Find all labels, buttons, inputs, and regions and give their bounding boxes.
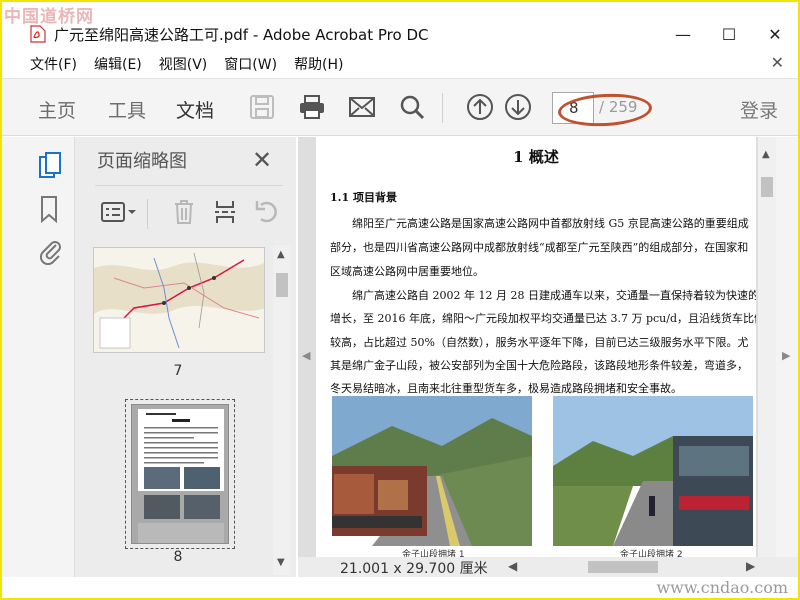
paragraph-line: 绵阳至广元高速公路是国家高速公路网中首都放射线 G5 京昆高速公路的重要组成	[352, 217, 749, 230]
page-down-icon[interactable]	[504, 93, 532, 121]
panel-divider	[95, 185, 283, 186]
menu-edit[interactable]: 编辑(E)	[94, 54, 142, 74]
maximize-button[interactable]: ☐	[706, 18, 752, 50]
menu-bar: 文件(F) 编辑(E) 视图(V) 窗口(W) 帮助(H) ✕	[2, 52, 798, 76]
page-up-icon[interactable]	[466, 93, 494, 121]
left-icon-strip	[2, 137, 74, 577]
traffic-photo-1	[332, 396, 532, 546]
document-area: ◀ 1 概述 1.1 项目背景 绵阳至广元高速公路是国家高速公路网中首都放射线 …	[298, 137, 798, 577]
menu-file[interactable]: 文件(F)	[30, 54, 77, 74]
document-heading: 1 概述	[513, 148, 559, 166]
status-bar: 21.001 x 29.700 厘米 ◀ ▶	[298, 557, 798, 577]
toolbar-divider	[442, 93, 443, 123]
tab-home[interactable]: 主页	[38, 96, 76, 123]
panel-title: 页面缩略图	[97, 151, 187, 172]
options-icon[interactable]	[101, 201, 139, 227]
watermark-bottom: www.cndao.com	[656, 578, 788, 597]
right-panel-strip: ▶	[776, 137, 798, 577]
hscroll-left-icon[interactable]: ◀	[508, 559, 517, 573]
save-icon[interactable]	[248, 93, 276, 121]
horizontal-scroll-thumb[interactable]	[588, 561, 658, 573]
paragraph-line: 其是绵广金子山段，被公安部列为全国十大危险路段，该路段地形条件较差，弯道多，	[330, 359, 748, 372]
paragraph-line: 区域高速公路网中居重要地位。	[330, 265, 484, 278]
hscroll-right-icon[interactable]: ▶	[746, 559, 755, 573]
menu-help[interactable]: 帮助(H)	[294, 54, 343, 74]
page-dimensions: 21.001 x 29.700 厘米	[340, 561, 488, 577]
search-icon[interactable]	[398, 93, 426, 121]
scroll-up-icon[interactable]: ▲	[277, 249, 285, 260]
doc-scroll-up-icon[interactable]: ▲	[762, 149, 770, 160]
thumbnail-label-8: 8	[173, 549, 183, 565]
tools-divider	[147, 199, 148, 229]
thumbnail-list: 7 8	[81, 247, 275, 575]
document-close-icon[interactable]: ✕	[771, 53, 784, 72]
thumbnail-scroll-thumb[interactable]	[276, 273, 288, 297]
menu-view[interactable]: 视图(V)	[159, 54, 208, 74]
minimize-button[interactable]: —	[660, 18, 706, 50]
bookmark-icon[interactable]	[38, 195, 64, 225]
photo-caption-1: 金子山段拥堵 1	[402, 550, 465, 557]
rotate-icon[interactable]	[255, 199, 281, 229]
paragraph-line: 增长，至 2016 年底，绵阳～广元段加权平均交通量已达 3.7 万 pcu/d…	[330, 312, 756, 325]
expand-right-arrow-icon[interactable]: ▶	[782, 349, 790, 362]
paragraph-line: 冬天易结暗冰，且南来北往重型货车多，极易造成路段拥堵和安全事故。	[330, 382, 682, 395]
tab-document[interactable]: 文档	[176, 96, 215, 140]
thumbnail-panel: 页面缩略图 ✕ 7 8 ▲ ▼	[74, 137, 296, 577]
thumbnail-page-8[interactable]	[131, 404, 229, 544]
panel-close-icon[interactable]: ✕	[252, 146, 272, 174]
document-page: 1 概述 1.1 项目背景 绵阳至广元高速公路是国家高速公路网中首都放射线 G5…	[316, 137, 756, 557]
delete-icon[interactable]	[173, 199, 195, 229]
tab-tools[interactable]: 工具	[108, 96, 146, 123]
thumbnail-label-7: 7	[173, 363, 183, 379]
paragraph-line: 较高，占比超过 50%（自然数），服务水平逐年下降，目前已达三级服务水平下限。尤	[330, 336, 749, 349]
login-button[interactable]: 登录	[740, 96, 778, 123]
thumbnail-scrollbar[interactable]: ▲ ▼	[273, 245, 291, 575]
menu-window[interactable]: 窗口(W)	[224, 54, 277, 74]
watermark-top: 中国道桥网	[4, 7, 94, 27]
traffic-photo-2	[553, 396, 753, 546]
document-scrollbar[interactable]: ▲	[758, 137, 776, 557]
close-button[interactable]: ✕	[752, 18, 798, 50]
thumbnail-page-7[interactable]	[93, 247, 265, 353]
email-icon[interactable]	[348, 93, 376, 121]
paragraph-line: 部分，也是四川省高速公路网中成都放射线“成都至广元至陕西”的组成部分，在国家和	[330, 241, 749, 254]
photo-caption-2: 金子山段拥堵 2	[620, 550, 683, 557]
attachment-icon[interactable]	[38, 239, 64, 269]
toolbar: 主页 工具 文档 8 / 259 登录	[2, 78, 798, 140]
paragraph-line: 绵广高速公路自 2002 年 12 月 28 日建成通车以来，交通量一直保持着较…	[352, 289, 756, 302]
scroll-down-icon[interactable]: ▼	[277, 557, 285, 568]
page-thumbnails-icon[interactable]	[38, 151, 64, 181]
collapse-left-arrow-icon[interactable]: ◀	[302, 349, 310, 362]
extract-icon[interactable]	[213, 199, 237, 229]
section-heading: 1.1 项目背景	[330, 191, 397, 204]
print-icon[interactable]	[298, 93, 326, 121]
pdf-icon	[30, 25, 46, 43]
title-bar: 广元至绵阳高速公路工可.pdf - Adobe Acrobat Pro DC —…	[2, 18, 798, 50]
document-scroll-thumb[interactable]	[761, 177, 773, 197]
window-title: 广元至绵阳高速公路工可.pdf - Adobe Acrobat Pro DC	[54, 25, 429, 44]
